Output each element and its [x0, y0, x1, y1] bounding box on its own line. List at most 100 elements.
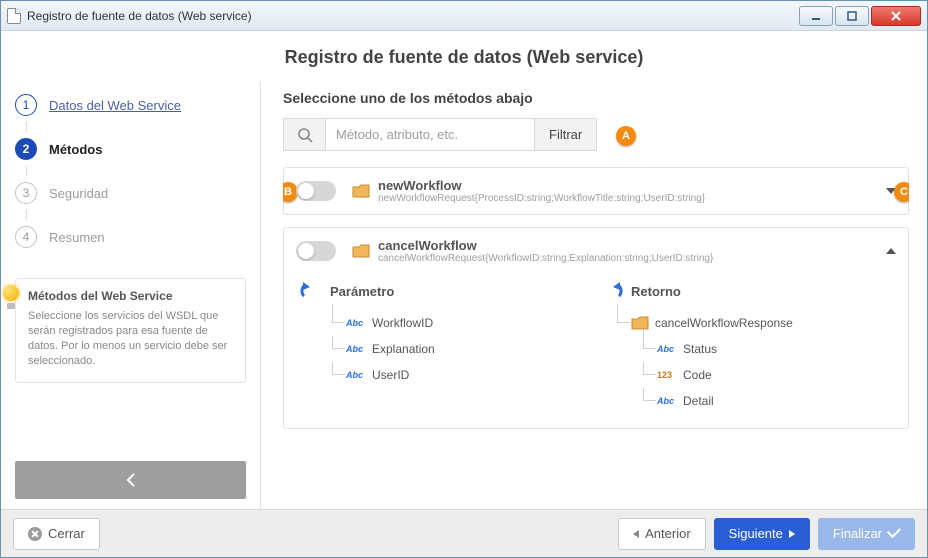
input-arrow-icon [300, 282, 322, 300]
hint-desc: Seleccione los servicios del WSDL que se… [28, 309, 233, 368]
close-button[interactable]: Cerrar [13, 518, 100, 550]
tree-item-label: Explanation [372, 342, 435, 356]
method-toggle[interactable] [296, 241, 336, 261]
hint-box: Métodos del Web Service Seleccione los s… [15, 278, 246, 383]
tree-item[interactable]: AbcUserID [346, 362, 591, 388]
tree-item[interactable]: cancelWorkflowResponse [631, 310, 892, 336]
param-return-columns: Parámetro Abc WorkflowID Abc Explanation A… [300, 278, 892, 414]
method-body: Parámetro Abc WorkflowID Abc Explanation A… [284, 278, 908, 428]
type-string-icon: Abc [346, 318, 366, 328]
step-number: 1 [15, 94, 37, 116]
type-string-icon: Abc [657, 344, 677, 354]
finish-button-label: Finalizar [833, 526, 882, 541]
filter-button[interactable]: Filtrar [535, 118, 597, 151]
search-row: Filtrar A [283, 118, 909, 151]
search-input[interactable] [325, 118, 535, 151]
chevron-left-icon [633, 530, 639, 538]
search-icon [283, 118, 325, 151]
prev-button-label: Anterior [645, 526, 691, 541]
step-number: 3 [15, 182, 37, 204]
return-header: Retorno [601, 282, 892, 300]
content-heading: Seleccione uno de los métodos abajo [283, 90, 909, 106]
type-string-icon: Abc [346, 344, 366, 354]
method-name: cancelWorkflow [378, 238, 886, 253]
folder-icon [352, 244, 370, 258]
body: Registro de fuente de datos (Web service… [1, 31, 927, 557]
param-column: Parámetro Abc WorkflowID Abc Explanation A… [300, 278, 591, 414]
callout-a: A [616, 126, 636, 146]
return-children: Abc Status 123Code Abc Detail [631, 336, 892, 414]
tree-item[interactable]: Abc Status [657, 336, 892, 362]
chevron-left-icon [124, 473, 138, 487]
close-window-button[interactable] [871, 6, 921, 26]
prev-button[interactable]: Anterior [618, 518, 706, 550]
step-label: Resumen [49, 230, 105, 245]
method-toggle[interactable] [296, 181, 336, 201]
tree-item-label: Code [683, 368, 712, 382]
method-text: newWorkflow newWorkflowRequest{ProcessID… [378, 178, 886, 204]
param-tree: Abc WorkflowID Abc Explanation AbcUserID [326, 310, 591, 388]
sidebar: 1 Datos del Web Service 2 Métodos 3 Segu… [1, 82, 261, 509]
window-doc-icon [7, 8, 21, 24]
lightbulb-icon [2, 285, 20, 309]
method-header: cancelWorkflow cancelWorkflowRequest{Wor… [284, 228, 908, 274]
close-button-label: Cerrar [48, 526, 85, 541]
method-header: newWorkflow newWorkflowRequest{ProcessID… [284, 168, 908, 214]
step-label: Métodos [49, 142, 102, 157]
method-text: cancelWorkflow cancelWorkflowRequest{Wor… [378, 238, 886, 264]
step-label: Seguridad [49, 186, 108, 201]
type-string-icon: Abc [346, 370, 366, 380]
method-name: newWorkflow [378, 178, 886, 193]
step-connector [26, 122, 27, 132]
minimize-button[interactable] [799, 6, 833, 26]
method-list: B newWorkflow newWorkflowRequest{Process… [283, 167, 909, 509]
return-column: Retorno cancelWorkflowResponse A [601, 278, 892, 414]
tree-item[interactable]: Abc Detail [657, 388, 892, 414]
chevron-right-icon [789, 530, 795, 538]
step-web-service-data[interactable]: 1 Datos del Web Service [15, 88, 246, 122]
tree-item[interactable]: Abc WorkflowID [346, 310, 591, 336]
step-number: 2 [15, 138, 37, 160]
maximize-button[interactable] [835, 6, 869, 26]
tree-item[interactable]: 123Code [657, 362, 892, 388]
window-title: Registro de fuente de datos (Web service… [27, 9, 797, 23]
collapse-caret-up-icon[interactable] [886, 248, 896, 254]
step-number: 4 [15, 226, 37, 248]
step-summary[interactable]: 4 Resumen [15, 220, 246, 254]
page-title: Registro de fuente de datos (Web service… [1, 31, 927, 82]
step-connector [26, 166, 27, 176]
step-label: Datos del Web Service [49, 98, 181, 113]
wizard-steps: 1 Datos del Web Service 2 Métodos 3 Segu… [15, 82, 246, 254]
next-button[interactable]: Siguiente [714, 518, 810, 550]
tree-item-label: WorkflowID [372, 316, 433, 330]
type-string-icon: Abc [657, 396, 677, 406]
next-button-label: Siguiente [729, 526, 783, 541]
filter-button-label: Filtrar [549, 127, 582, 142]
method-card-newWorkflow: B newWorkflow newWorkflowRequest{Process… [283, 167, 909, 215]
folder-icon [631, 316, 649, 330]
step-connector [26, 210, 27, 220]
tree-item-label: Detail [683, 394, 714, 408]
method-card-cancelWorkflow: cancelWorkflow cancelWorkflowRequest{Wor… [283, 227, 909, 429]
tree-item-label: Status [683, 342, 717, 356]
method-signature: cancelWorkflowRequest{WorkflowID:string;… [378, 253, 886, 264]
titlebar: Registro de fuente de datos (Web service… [1, 1, 927, 31]
output-arrow-icon [601, 282, 623, 300]
param-header: Parámetro [300, 282, 591, 300]
finish-button[interactable]: Finalizar [818, 518, 915, 550]
window-controls [797, 6, 921, 26]
callout-c: C [894, 182, 909, 202]
folder-icon [352, 184, 370, 198]
param-header-label: Parámetro [330, 284, 394, 299]
back-button[interactable] [15, 461, 246, 499]
return-tree: cancelWorkflowResponse Abc Status 123Code… [611, 310, 892, 414]
footer: Cerrar Anterior Siguiente Finalizar [1, 509, 927, 557]
method-signature: newWorkflowRequest{ProcessID:string;Work… [378, 193, 886, 204]
tree-item[interactable]: Abc Explanation [346, 336, 591, 362]
content: Seleccione uno de los métodos abajo Filt… [261, 82, 927, 509]
close-icon [28, 527, 42, 541]
step-methods[interactable]: 2 Métodos [15, 132, 246, 166]
window-frame: Registro de fuente de datos (Web service… [0, 0, 928, 558]
tree-item-label: cancelWorkflowResponse [655, 316, 793, 330]
step-security[interactable]: 3 Seguridad [15, 176, 246, 210]
